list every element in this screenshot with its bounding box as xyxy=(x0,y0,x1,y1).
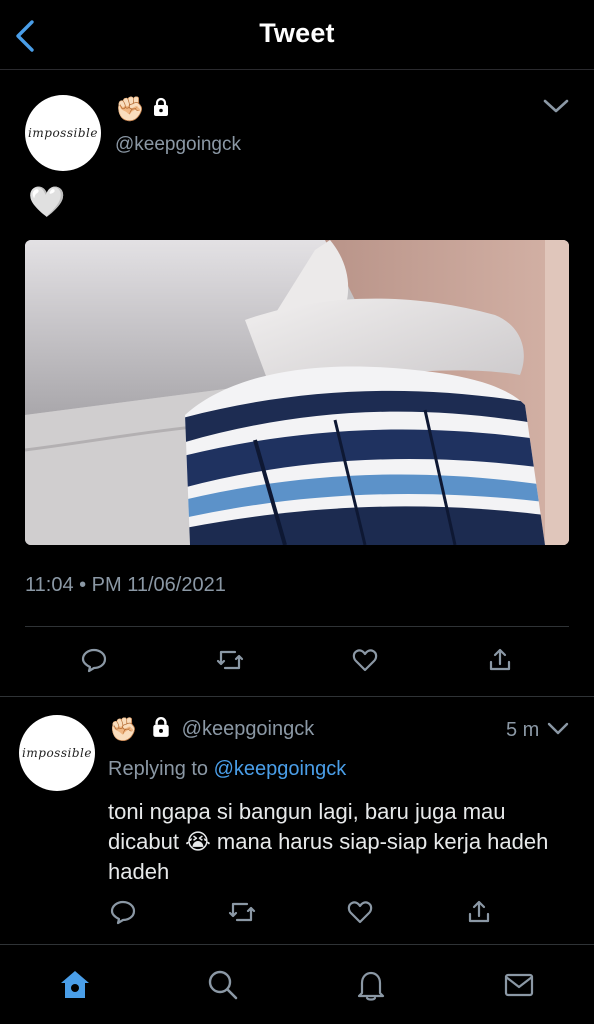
like-icon[interactable] xyxy=(345,640,385,680)
author-badges: ✊🏻 xyxy=(115,97,171,122)
tweet-text: 🤍 xyxy=(28,186,66,219)
tweet-photo[interactable] xyxy=(25,240,569,545)
avatar-logo-text: impossible xyxy=(22,746,92,760)
home-icon[interactable] xyxy=(55,965,95,1005)
page-title: Tweet xyxy=(259,18,335,48)
retweet-icon[interactable] xyxy=(210,640,250,680)
share-icon[interactable] xyxy=(480,640,520,680)
replying-to-mention[interactable]: @keepgoingck xyxy=(214,758,347,780)
chevron-down-icon[interactable] xyxy=(542,96,570,121)
bottom-tab-bar xyxy=(0,944,594,1024)
reply-author-avatar[interactable]: impossible xyxy=(19,715,95,791)
avatar-logo-text: impossible xyxy=(28,126,98,140)
divider xyxy=(0,696,594,697)
crying-emoji: 😭 xyxy=(185,829,211,854)
lock-icon xyxy=(151,97,171,122)
replying-to-label: Replying to xyxy=(108,758,209,780)
raised-fist-emoji: ✊🏻 xyxy=(109,716,138,742)
author-handle[interactable]: @keepgoingck xyxy=(115,134,241,156)
reply-icon[interactable] xyxy=(74,640,114,680)
divider xyxy=(25,626,569,627)
reply-icon[interactable] xyxy=(103,892,143,932)
reply-time: 5 m xyxy=(506,719,540,741)
like-icon[interactable] xyxy=(340,892,380,932)
messages-icon[interactable] xyxy=(499,965,539,1005)
reply-text: toni ngapa si bangun lagi, baru juga mau… xyxy=(108,797,578,887)
author-avatar[interactable]: impossible xyxy=(25,95,101,171)
retweet-icon[interactable] xyxy=(222,892,262,932)
lock-icon xyxy=(150,716,172,743)
share-icon[interactable] xyxy=(459,892,499,932)
notifications-icon[interactable] xyxy=(351,965,391,1005)
tweet-timestamp: 11:04 • PM 11/06/2021 xyxy=(25,574,226,596)
reply-author-header: ✊🏻 @keepgoingck xyxy=(109,716,314,743)
search-icon[interactable] xyxy=(203,965,243,1005)
replying-to-line: Replying to @keepgoingck xyxy=(108,758,346,781)
chevron-down-icon[interactable] xyxy=(546,720,570,743)
reply-author-handle[interactable]: @keepgoingck xyxy=(182,718,315,741)
raised-fist-emoji: ✊🏻 xyxy=(115,95,145,123)
top-navigation-bar: Tweet xyxy=(0,0,594,70)
